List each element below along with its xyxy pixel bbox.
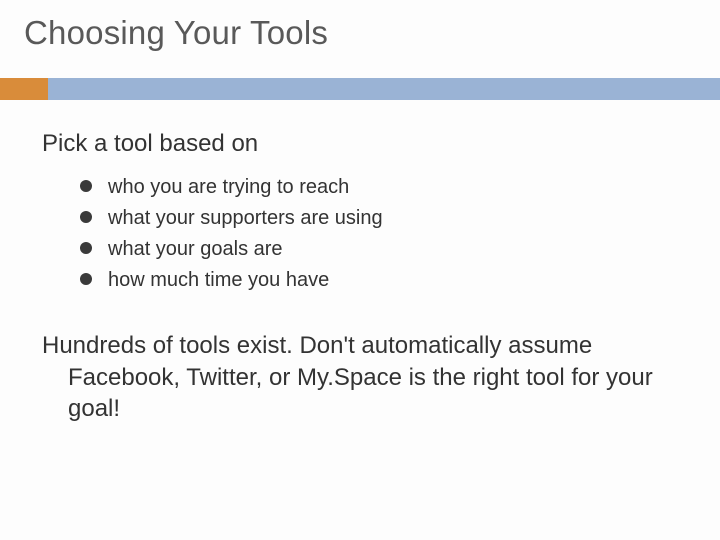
list-item: who you are trying to reach bbox=[104, 172, 662, 203]
slide-body: Pick a tool based on who you are trying … bbox=[42, 130, 662, 425]
list-item: what your goals are bbox=[104, 234, 662, 265]
closing-paragraph: Hundreds of tools exist. Don't automatic… bbox=[42, 330, 662, 425]
lead-text: Pick a tool based on bbox=[42, 130, 662, 158]
slide-title: Choosing Your Tools bbox=[24, 14, 328, 52]
accent-bar-left bbox=[0, 78, 48, 100]
slide: Choosing Your Tools Pick a tool based on… bbox=[0, 0, 720, 540]
accent-bar bbox=[0, 78, 720, 100]
list-item: what your supporters are using bbox=[104, 203, 662, 234]
list-item: how much time you have bbox=[104, 265, 662, 296]
bullet-list: who you are trying to reach what your su… bbox=[42, 172, 662, 296]
accent-bar-right bbox=[48, 78, 720, 100]
